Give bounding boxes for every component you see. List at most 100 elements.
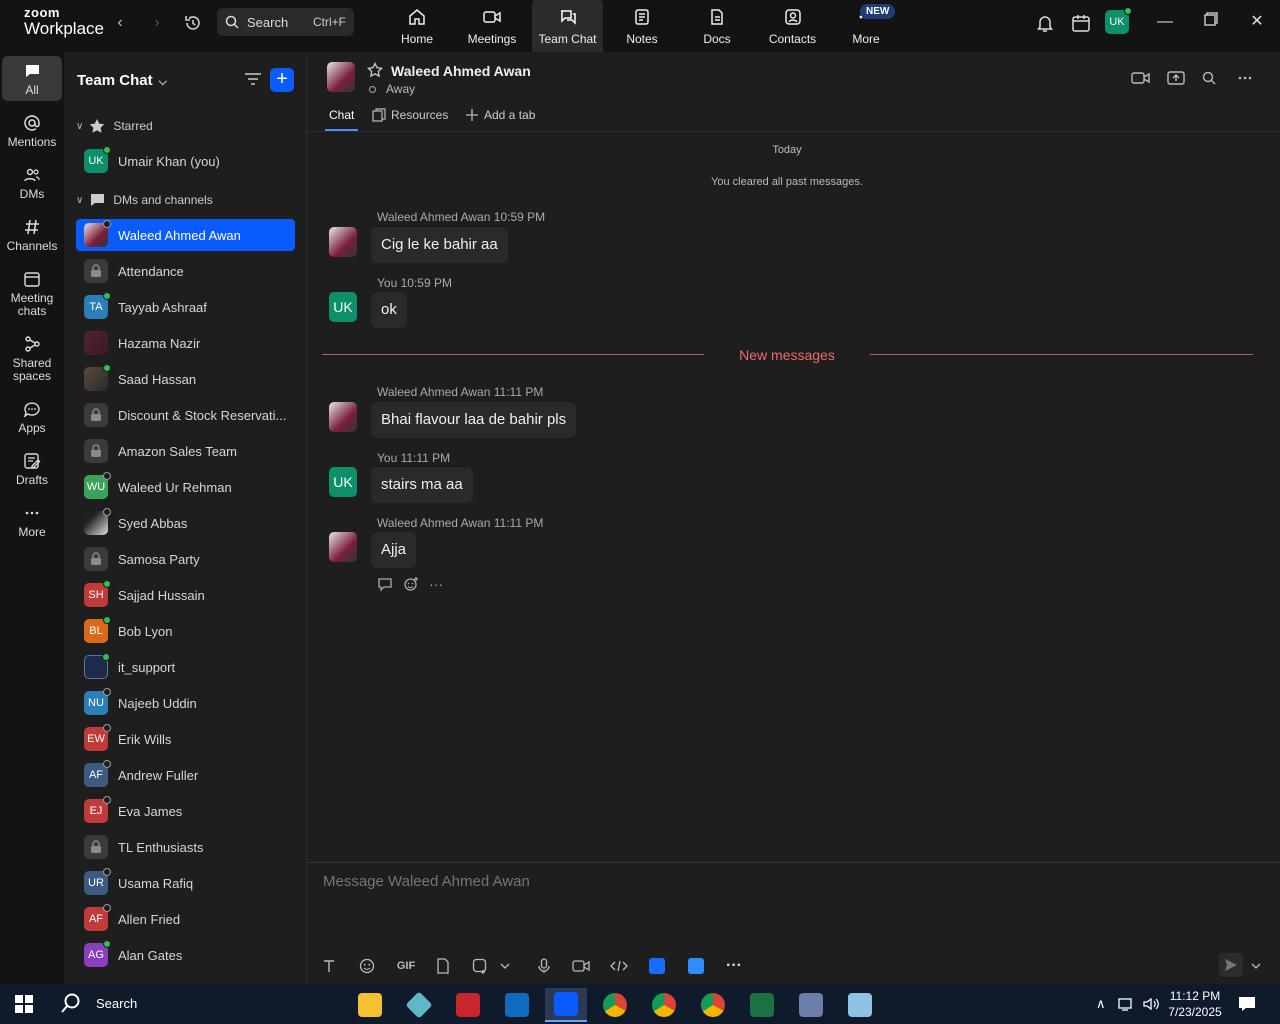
tab-resources[interactable]: Resources: [372, 108, 448, 122]
text-format-icon[interactable]: [321, 957, 337, 975]
minimize-icon[interactable]: —: [1155, 12, 1175, 32]
message-avatar[interactable]: [329, 532, 357, 562]
file-explorer-icon[interactable]: [349, 988, 391, 1022]
network-icon[interactable]: [1118, 996, 1136, 1015]
sidebar-item-starred-0[interactable]: UK Umair Khan (you): [76, 145, 295, 177]
sidebar-item-chat-11[interactable]: BL Bob Lyon: [76, 615, 295, 647]
tab-docs[interactable]: Docs: [694, 0, 740, 52]
rail-item-drafts[interactable]: Drafts: [2, 452, 62, 487]
notepad-icon[interactable]: [839, 988, 881, 1022]
share-screen-icon[interactable]: [1167, 70, 1185, 91]
rail-item-all[interactable]: All: [2, 56, 62, 101]
tab-chat[interactable]: Chat: [329, 108, 354, 122]
rail-item-channels[interactable]: Channels: [2, 218, 62, 253]
message-bubble[interactable]: Bhai flavour laa de bahir pls: [371, 402, 577, 438]
sidebar-item-chat-9[interactable]: Samosa Party: [76, 543, 295, 575]
reply-icon[interactable]: [377, 576, 393, 592]
bell-icon[interactable]: [1034, 12, 1056, 34]
more-options-icon[interactable]: [1237, 70, 1253, 91]
sidebar-item-chat-18[interactable]: UR Usama Rafiq: [76, 867, 295, 899]
rail-item-dms[interactable]: DMs: [2, 166, 62, 201]
sidebar-item-chat-20[interactable]: AG Alan Gates: [76, 939, 295, 971]
microphone-icon[interactable]: [536, 957, 552, 975]
tab-home[interactable]: Home: [392, 0, 442, 52]
chrome-profile-icon[interactable]: [643, 988, 685, 1022]
message-bubble[interactable]: stairs ma aa: [371, 467, 473, 503]
back-arrow-icon[interactable]: ‹: [110, 13, 130, 33]
sidebar-item-chat-17[interactable]: TL Enthusiasts: [76, 831, 295, 863]
send-button[interactable]: [1219, 953, 1243, 977]
tab-notes[interactable]: Notes: [617, 0, 667, 52]
emoji-icon[interactable]: [359, 957, 375, 975]
gif-button[interactable]: GIF: [395, 957, 417, 975]
sidebar-item-chat-16[interactable]: EJ Eva James: [76, 795, 295, 827]
sidebar-item-chat-7[interactable]: WU Waleed Ur Rehman: [76, 471, 295, 503]
sidebar-item-chat-0[interactable]: Waleed Ahmed Awan: [76, 219, 295, 251]
rail-item-mentions[interactable]: Mentions: [2, 114, 62, 149]
tab-team-chat[interactable]: Team Chat: [532, 0, 603, 52]
message-bubble[interactable]: Ajja: [371, 532, 417, 568]
filezilla-icon[interactable]: [447, 988, 489, 1022]
sidebar-item-chat-14[interactable]: EW Erik Wills: [76, 723, 295, 755]
sidebar-item-chat-1[interactable]: Attendance: [76, 255, 295, 287]
app-diamond-icon[interactable]: [398, 988, 440, 1022]
filter-icon[interactable]: [244, 71, 262, 92]
chevron-down-icon[interactable]: [499, 957, 511, 975]
more-tools-icon[interactable]: ···: [725, 957, 743, 975]
sidebar-item-chat-19[interactable]: AF Allen Fried: [76, 903, 295, 935]
code-snippet-icon[interactable]: [609, 957, 629, 975]
forward-arrow-icon[interactable]: ›: [147, 13, 167, 33]
message-bubble[interactable]: ok: [371, 292, 407, 328]
tray-chevron-up-icon[interactable]: ∧: [1096, 996, 1106, 1012]
sidebar-item-chat-8[interactable]: Syed Abbas: [76, 507, 295, 539]
notifications-icon[interactable]: [1238, 996, 1256, 1015]
restore-icon[interactable]: [1201, 12, 1221, 32]
taskbar-clock[interactable]: 11:12 PM 7/23/2025: [1160, 988, 1230, 1020]
rail-item-apps[interactable]: Apps: [2, 400, 62, 435]
screenshot-icon[interactable]: [472, 957, 488, 975]
star-outline-icon[interactable]: [366, 61, 384, 83]
app-integration-icon[interactable]: [649, 957, 665, 975]
tab-meetings[interactable]: Meetings: [462, 0, 522, 52]
volume-icon[interactable]: [1142, 996, 1160, 1015]
sidebar-item-chat-3[interactable]: Hazama Nazir: [76, 327, 295, 359]
file-icon[interactable]: [435, 957, 451, 975]
contact-avatar[interactable]: [327, 62, 355, 92]
sidebar-item-chat-6[interactable]: Amazon Sales Team: [76, 435, 295, 467]
message-avatar[interactable]: UK: [329, 467, 357, 497]
message-avatar[interactable]: [329, 227, 357, 257]
close-icon[interactable]: ✕: [1247, 12, 1267, 32]
calendar-icon[interactable]: [1070, 12, 1092, 34]
sidebar-item-chat-12[interactable]: it_support: [76, 651, 295, 683]
outlook-icon[interactable]: [496, 988, 538, 1022]
section-starred[interactable]: ∨ Starred: [76, 116, 153, 136]
global-search-box[interactable]: Search Ctrl+F: [217, 8, 354, 36]
sidebar-item-chat-4[interactable]: Saad Hassan: [76, 363, 295, 395]
more-actions-icon[interactable]: ···: [429, 576, 443, 592]
taskbar-search[interactable]: Search: [60, 992, 137, 1014]
excel-icon[interactable]: [741, 988, 783, 1022]
zoom-app-icon[interactable]: [688, 957, 704, 975]
zoom-taskbar-icon[interactable]: [545, 988, 587, 1022]
tab-contacts[interactable]: Contacts: [765, 0, 820, 52]
message-avatar[interactable]: [329, 402, 357, 432]
windows-start-icon[interactable]: [14, 994, 34, 1019]
chrome-icon[interactable]: [594, 988, 636, 1022]
sidebar-item-chat-10[interactable]: SH Sajjad Hussain: [76, 579, 295, 611]
send-options-chevron-icon[interactable]: [1251, 957, 1261, 975]
history-icon[interactable]: [182, 12, 204, 34]
rail-item-meeting-chats[interactable]: Meeting chats: [2, 270, 62, 318]
sidebar-item-chat-15[interactable]: AF Andrew Fuller: [76, 759, 295, 791]
calculator-icon[interactable]: [790, 988, 832, 1022]
tab-add[interactable]: Add a tab: [465, 108, 535, 122]
message-avatar[interactable]: UK: [329, 292, 357, 322]
chrome-profile-2-icon[interactable]: [692, 988, 734, 1022]
new-chat-button[interactable]: +: [270, 68, 294, 92]
emoji-add-icon[interactable]: [403, 576, 419, 592]
section-dms-channels[interactable]: ∨ DMs and channels: [76, 190, 213, 210]
video-call-icon[interactable]: [1131, 70, 1151, 91]
sidebar-item-chat-13[interactable]: NU Najeeb Uddin: [76, 687, 295, 719]
sidebar-item-chat-2[interactable]: TA Tayyab Ashraaf: [76, 291, 295, 323]
message-bubble[interactable]: Cig le ke bahir aa: [371, 227, 508, 263]
rail-item-more[interactable]: More: [2, 504, 62, 539]
